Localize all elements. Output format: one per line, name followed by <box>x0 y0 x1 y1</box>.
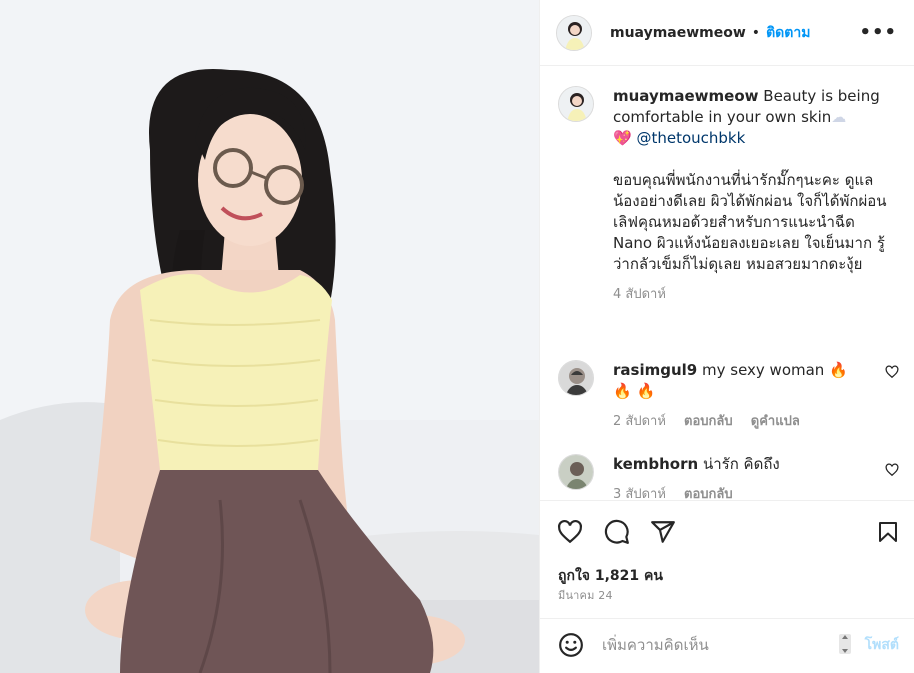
resize-grip-icon[interactable] <box>839 634 851 654</box>
post-detail-panel: muaymaewmeow • ติดตาม ••• muaymaewmeow B… <box>539 0 914 673</box>
avatar[interactable] <box>558 360 594 396</box>
comment-icon[interactable] <box>604 519 630 549</box>
avatar[interactable] <box>558 86 594 122</box>
follow-button[interactable]: ติดตาม <box>766 22 810 44</box>
caption-body: ขอบคุณพี่พนักงานที่น่ารักมั๊กๆนะคะ ดูแลน… <box>613 171 887 273</box>
mention-link[interactable]: @thetouchbkk <box>636 129 745 147</box>
comment-body: น่ารัก คิดถึง <box>702 455 780 473</box>
heart-emoji: 💖 <box>613 129 632 147</box>
caption: muaymaewmeow Beauty is being comfortable… <box>556 86 899 336</box>
caption-username[interactable]: muaymaewmeow <box>613 87 759 105</box>
comment-time[interactable]: 3 สัปดาห์ <box>613 487 666 500</box>
reply-button[interactable]: ตอบกลับ <box>684 487 733 500</box>
author-username[interactable]: muaymaewmeow <box>610 25 746 41</box>
caption-time[interactable]: 4 สัปดาห์ <box>613 287 666 302</box>
post-date[interactable]: มีนาคม 24 <box>558 586 613 604</box>
paper-plane-icon[interactable] <box>650 519 676 549</box>
comment-username[interactable]: rasimgul9 <box>613 361 697 379</box>
add-comment-bar: โพสต์ <box>540 618 914 673</box>
caption-meta: 4 สัปดาห์ <box>613 283 899 304</box>
comment-body: my sexy woman <box>702 361 825 379</box>
photo-illustration <box>0 0 539 673</box>
avatar[interactable] <box>558 454 594 490</box>
like-count[interactable]: ถูกใจ 1,821 คน <box>558 565 663 587</box>
post-photo[interactable] <box>0 0 539 673</box>
comment-input[interactable] <box>602 633 832 657</box>
separator: • <box>751 24 761 41</box>
smiley-icon[interactable] <box>558 632 584 662</box>
comment-item: rasimgul9 my sexy woman 🔥 🔥 🔥 2 สัปดาห์ … <box>556 360 899 436</box>
comment-item: kembhorn น่ารัก คิดถึง 3 สัปดาห์ ตอบกลับ <box>556 454 899 500</box>
comment-text: rasimgul9 my sexy woman 🔥 🔥 🔥 <box>613 360 868 402</box>
heart-icon[interactable] <box>885 364 899 383</box>
translate-button[interactable]: ดูคำแปล <box>751 414 800 429</box>
comment-meta: 3 สัปดาห์ ตอบกลับ <box>613 483 899 500</box>
comment-meta: 2 สัปดาห์ ตอบกลับ ดูคำแปล <box>613 410 899 431</box>
avatar[interactable] <box>556 14 592 51</box>
reply-button[interactable]: ตอบกลับ <box>684 414 733 429</box>
post-header: muaymaewmeow • ติดตาม ••• <box>540 0 914 66</box>
comment-text: kembhorn น่ารัก คิดถึง <box>613 454 868 475</box>
heart-icon[interactable] <box>557 519 583 549</box>
comment-username[interactable]: kembhorn <box>613 455 698 473</box>
bookmark-icon[interactable] <box>876 519 900 549</box>
caption-text: muaymaewmeow Beauty is being comfortable… <box>613 86 895 275</box>
post-comment-button[interactable]: โพสต์ <box>865 634 899 656</box>
more-options-icon[interactable]: ••• <box>859 22 897 43</box>
comments-list[interactable]: muaymaewmeow Beauty is being comfortable… <box>540 66 914 500</box>
cloud-emoji: ☁ <box>831 108 847 126</box>
post-actions: ถูกใจ 1,821 คน มีนาคม 24 <box>540 500 914 610</box>
heart-icon[interactable] <box>885 462 899 481</box>
comment-time[interactable]: 2 สัปดาห์ <box>613 414 666 429</box>
